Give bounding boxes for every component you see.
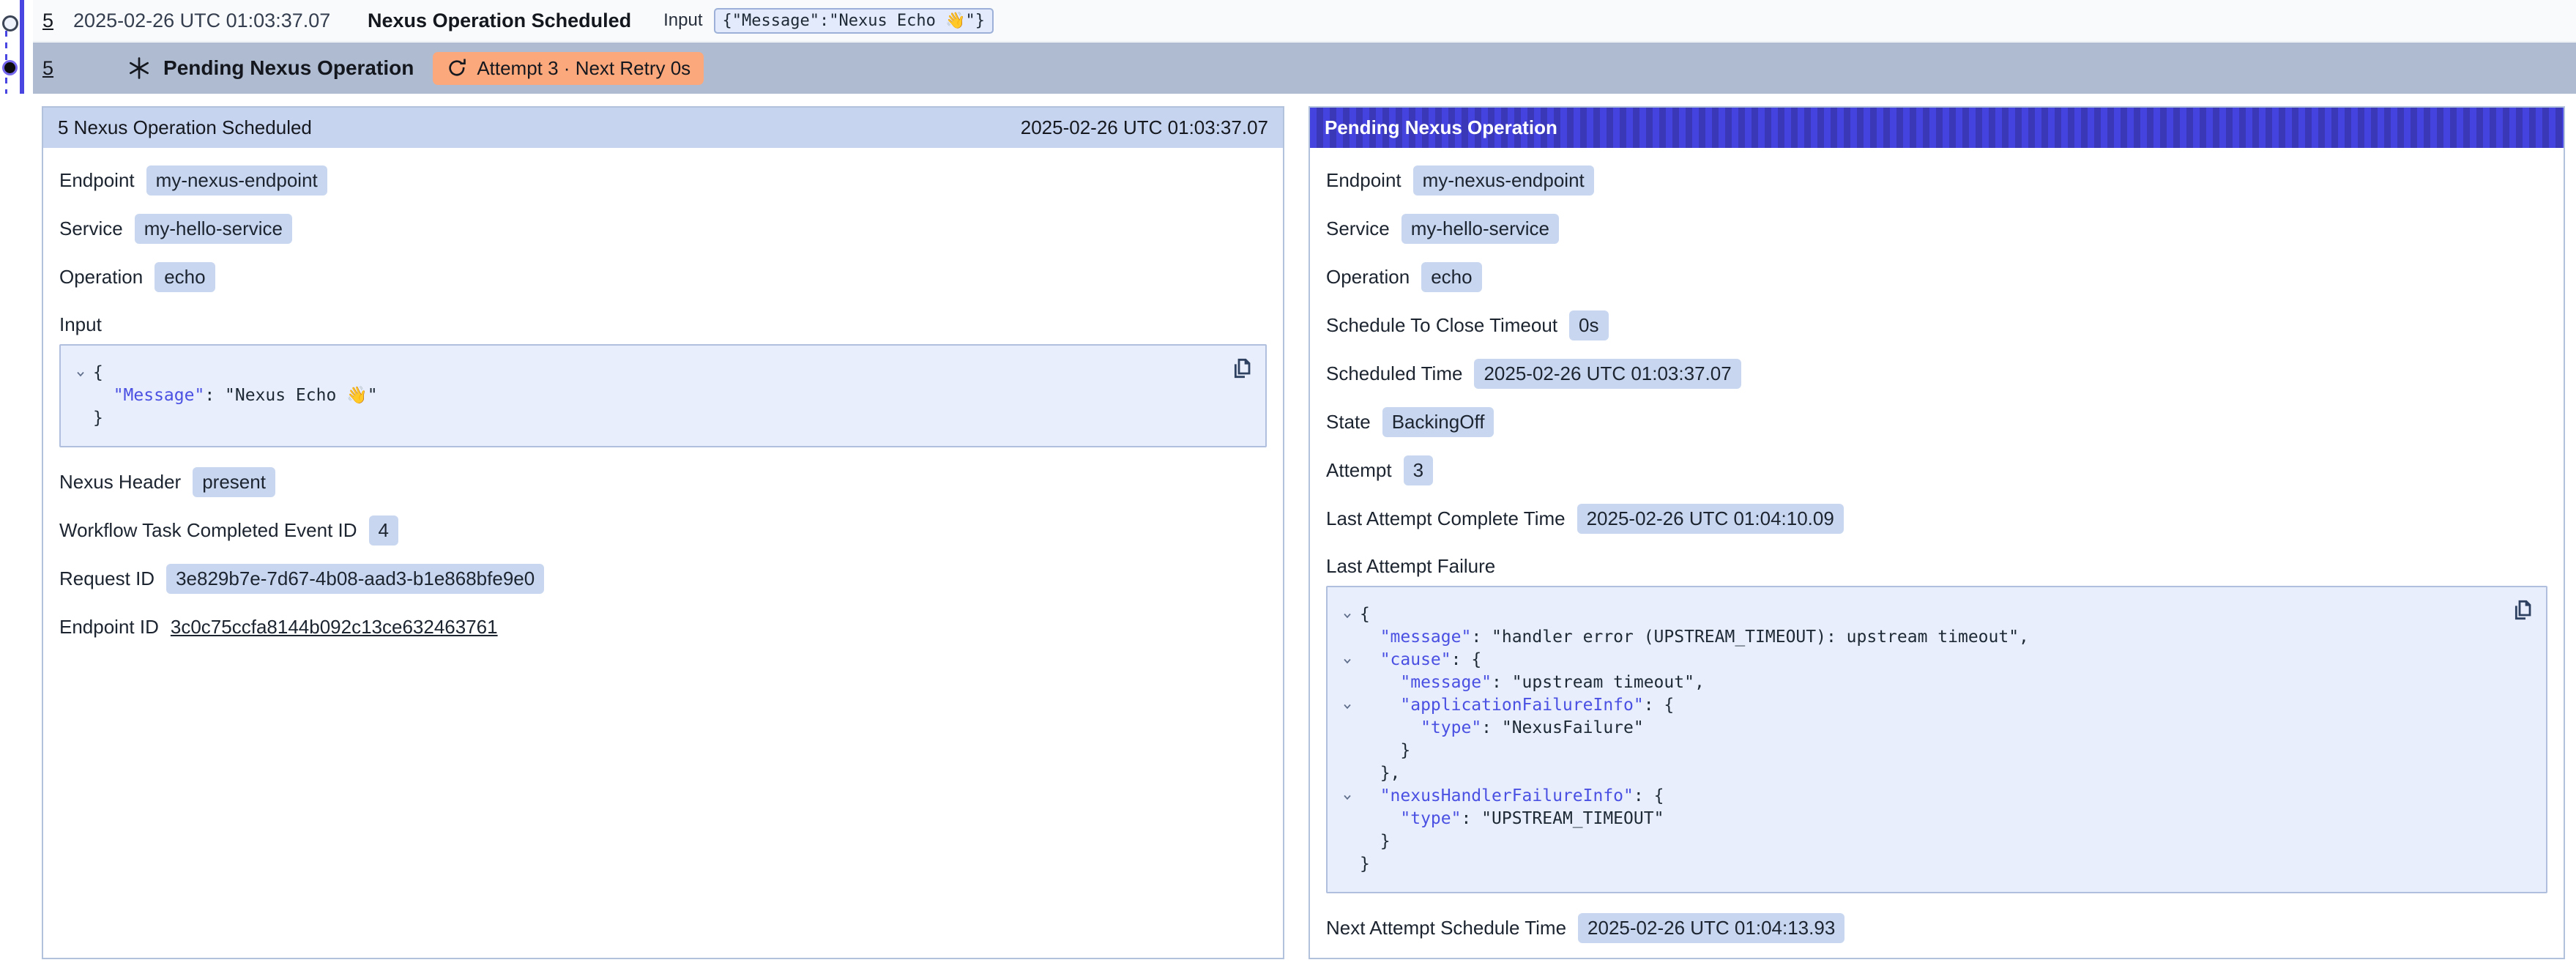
- event-row-pending-nexus-operation[interactable]: 5 Pending Nexus Operation Attempt 3 · Ne…: [33, 42, 2576, 94]
- field-value-badge: 2025-02-26 UTC 01:03:37.07: [1474, 359, 1741, 389]
- field-value-badge: 3: [1404, 455, 1433, 485]
- field-value-badge: my-hello-service: [135, 214, 292, 244]
- timeline-active-bar: [20, 0, 24, 94]
- event-id-link[interactable]: 5: [42, 57, 53, 80]
- field-request-id: Request ID 3e829b7e-7d67-4b08-aad3-b1e86…: [59, 564, 1267, 594]
- field-label: Workflow Task Completed Event ID: [59, 519, 357, 542]
- field-label: Attempt: [1326, 459, 1392, 482]
- field-value-badge: my-nexus-endpoint: [1413, 165, 1594, 196]
- copy-icon[interactable]: [2511, 598, 2534, 624]
- field-schedule-to-close-timeout: Schedule To Close Timeout 0s: [1326, 310, 2547, 340]
- event-row-nexus-operation-scheduled[interactable]: 5 2025-02-26 UTC 01:03:37.07 Nexus Opera…: [33, 0, 2576, 42]
- endpoint-id-link[interactable]: 3c0c75ccfa8144b092c13ce632463761: [171, 616, 498, 639]
- field-label: Endpoint: [59, 169, 135, 192]
- field-value-badge: 2025-02-26 UTC 01:04:13.93: [1578, 913, 1844, 943]
- left-panel-title: 5 Nexus Operation Scheduled: [58, 116, 312, 139]
- field-label: Operation: [1326, 266, 1410, 289]
- collapse-chevron-icon[interactable]: [1335, 785, 1360, 808]
- field-value-badge: BackingOff: [1382, 407, 1494, 437]
- retry-badge-text: Attempt 3 · Next Retry 0s: [477, 57, 690, 80]
- collapse-chevron-icon[interactable]: [68, 362, 93, 384]
- field-label: Service: [1326, 217, 1390, 240]
- field-next-attempt-schedule-time: Next Attempt Schedule Time 2025-02-26 UT…: [1326, 913, 2547, 943]
- field-state: State BackingOff: [1326, 407, 2547, 437]
- input-section-label: Input: [59, 310, 1267, 338]
- input-json-block: { "Message": "Nexus Echo 👋" }: [59, 344, 1267, 447]
- field-value-badge: my-nexus-endpoint: [146, 165, 327, 196]
- right-panel-header: Pending Nexus Operation: [1310, 108, 2564, 148]
- event-id-link[interactable]: 5: [42, 10, 53, 32]
- field-label: Operation: [59, 266, 143, 289]
- panel-nexus-operation-scheduled: 5 Nexus Operation Scheduled 2025-02-26 U…: [42, 106, 1284, 959]
- field-endpoint: Endpoint my-nexus-endpoint: [1326, 165, 2547, 196]
- event-title: Nexus Operation Scheduled: [368, 10, 631, 32]
- timeline-node-open-icon: [2, 15, 18, 31]
- field-operation: Operation echo: [59, 262, 1267, 292]
- field-endpoint: Endpoint my-nexus-endpoint: [59, 165, 1267, 196]
- left-panel-timestamp: 2025-02-26 UTC 01:03:37.07: [1021, 116, 1268, 139]
- panel-pending-nexus-operation: Pending Nexus Operation Endpoint my-nexu…: [1309, 106, 2565, 959]
- field-label: State: [1326, 411, 1371, 433]
- right-panel-title: Pending Nexus Operation: [1325, 116, 1557, 139]
- timeline-node-current-icon: [4, 62, 15, 73]
- field-service: Service my-hello-service: [1326, 214, 2547, 244]
- collapse-chevron-icon[interactable]: [1335, 694, 1360, 717]
- field-operation: Operation echo: [1326, 262, 2547, 292]
- copy-icon[interactable]: [1230, 356, 1254, 382]
- field-label: Next Attempt Schedule Time: [1326, 917, 1566, 939]
- event-timeline-rail: [0, 0, 33, 95]
- field-nexus-header: Nexus Header present: [59, 467, 1267, 497]
- collapse-chevron-icon[interactable]: [1335, 603, 1360, 626]
- pending-title: Pending Nexus Operation: [163, 56, 414, 80]
- field-label: Endpoint ID: [59, 616, 159, 639]
- field-value-badge: present: [193, 467, 275, 497]
- field-attempt: Attempt 3: [1326, 455, 2547, 485]
- field-value-badge: echo: [155, 262, 215, 292]
- input-label: Input: [663, 10, 702, 31]
- retry-icon: [446, 57, 468, 79]
- last-attempt-failure-json-block: { "message": "handler error (UPSTREAM_TI…: [1326, 586, 2547, 893]
- input-preview-badge: {"Message":"Nexus Echo 👋"}: [714, 8, 994, 34]
- field-value-badge: 4: [369, 515, 398, 546]
- field-label: Scheduled Time: [1326, 362, 1462, 385]
- field-label: Service: [59, 217, 123, 240]
- field-last-attempt-complete-time: Last Attempt Complete Time 2025-02-26 UT…: [1326, 504, 2547, 534]
- event-timestamp: 2025-02-26 UTC 01:03:37.07: [73, 10, 368, 32]
- field-value-badge: 2025-02-26 UTC 01:04:10.09: [1577, 504, 1844, 534]
- last-attempt-failure-label: Last Attempt Failure: [1326, 552, 2547, 580]
- collapse-chevron-icon[interactable]: [1335, 649, 1360, 671]
- field-endpoint-id: Endpoint ID 3c0c75ccfa8144b092c13ce63246…: [59, 612, 1267, 641]
- field-label: Endpoint: [1326, 169, 1401, 192]
- field-scheduled-time: Scheduled Time 2025-02-26 UTC 01:03:37.0…: [1326, 359, 2547, 389]
- field-service: Service my-hello-service: [59, 214, 1267, 244]
- field-value-badge: 3e829b7e-7d67-4b08-aad3-b1e868bfe9e0: [166, 564, 544, 594]
- field-label: Request ID: [59, 567, 155, 590]
- field-value-badge: echo: [1421, 262, 1481, 292]
- pending-asterisk-icon: [127, 56, 152, 81]
- field-value-badge: my-hello-service: [1401, 214, 1559, 244]
- retry-status-badge: Attempt 3 · Next Retry 0s: [433, 52, 704, 85]
- field-workflow-task-completed-event-id: Workflow Task Completed Event ID 4: [59, 515, 1267, 546]
- field-value-badge: 0s: [1569, 310, 1608, 340]
- field-label: Last Attempt Complete Time: [1326, 507, 1566, 530]
- field-label: Nexus Header: [59, 471, 181, 494]
- left-panel-header: 5 Nexus Operation Scheduled 2025-02-26 U…: [43, 108, 1283, 148]
- field-label: Schedule To Close Timeout: [1326, 314, 1557, 337]
